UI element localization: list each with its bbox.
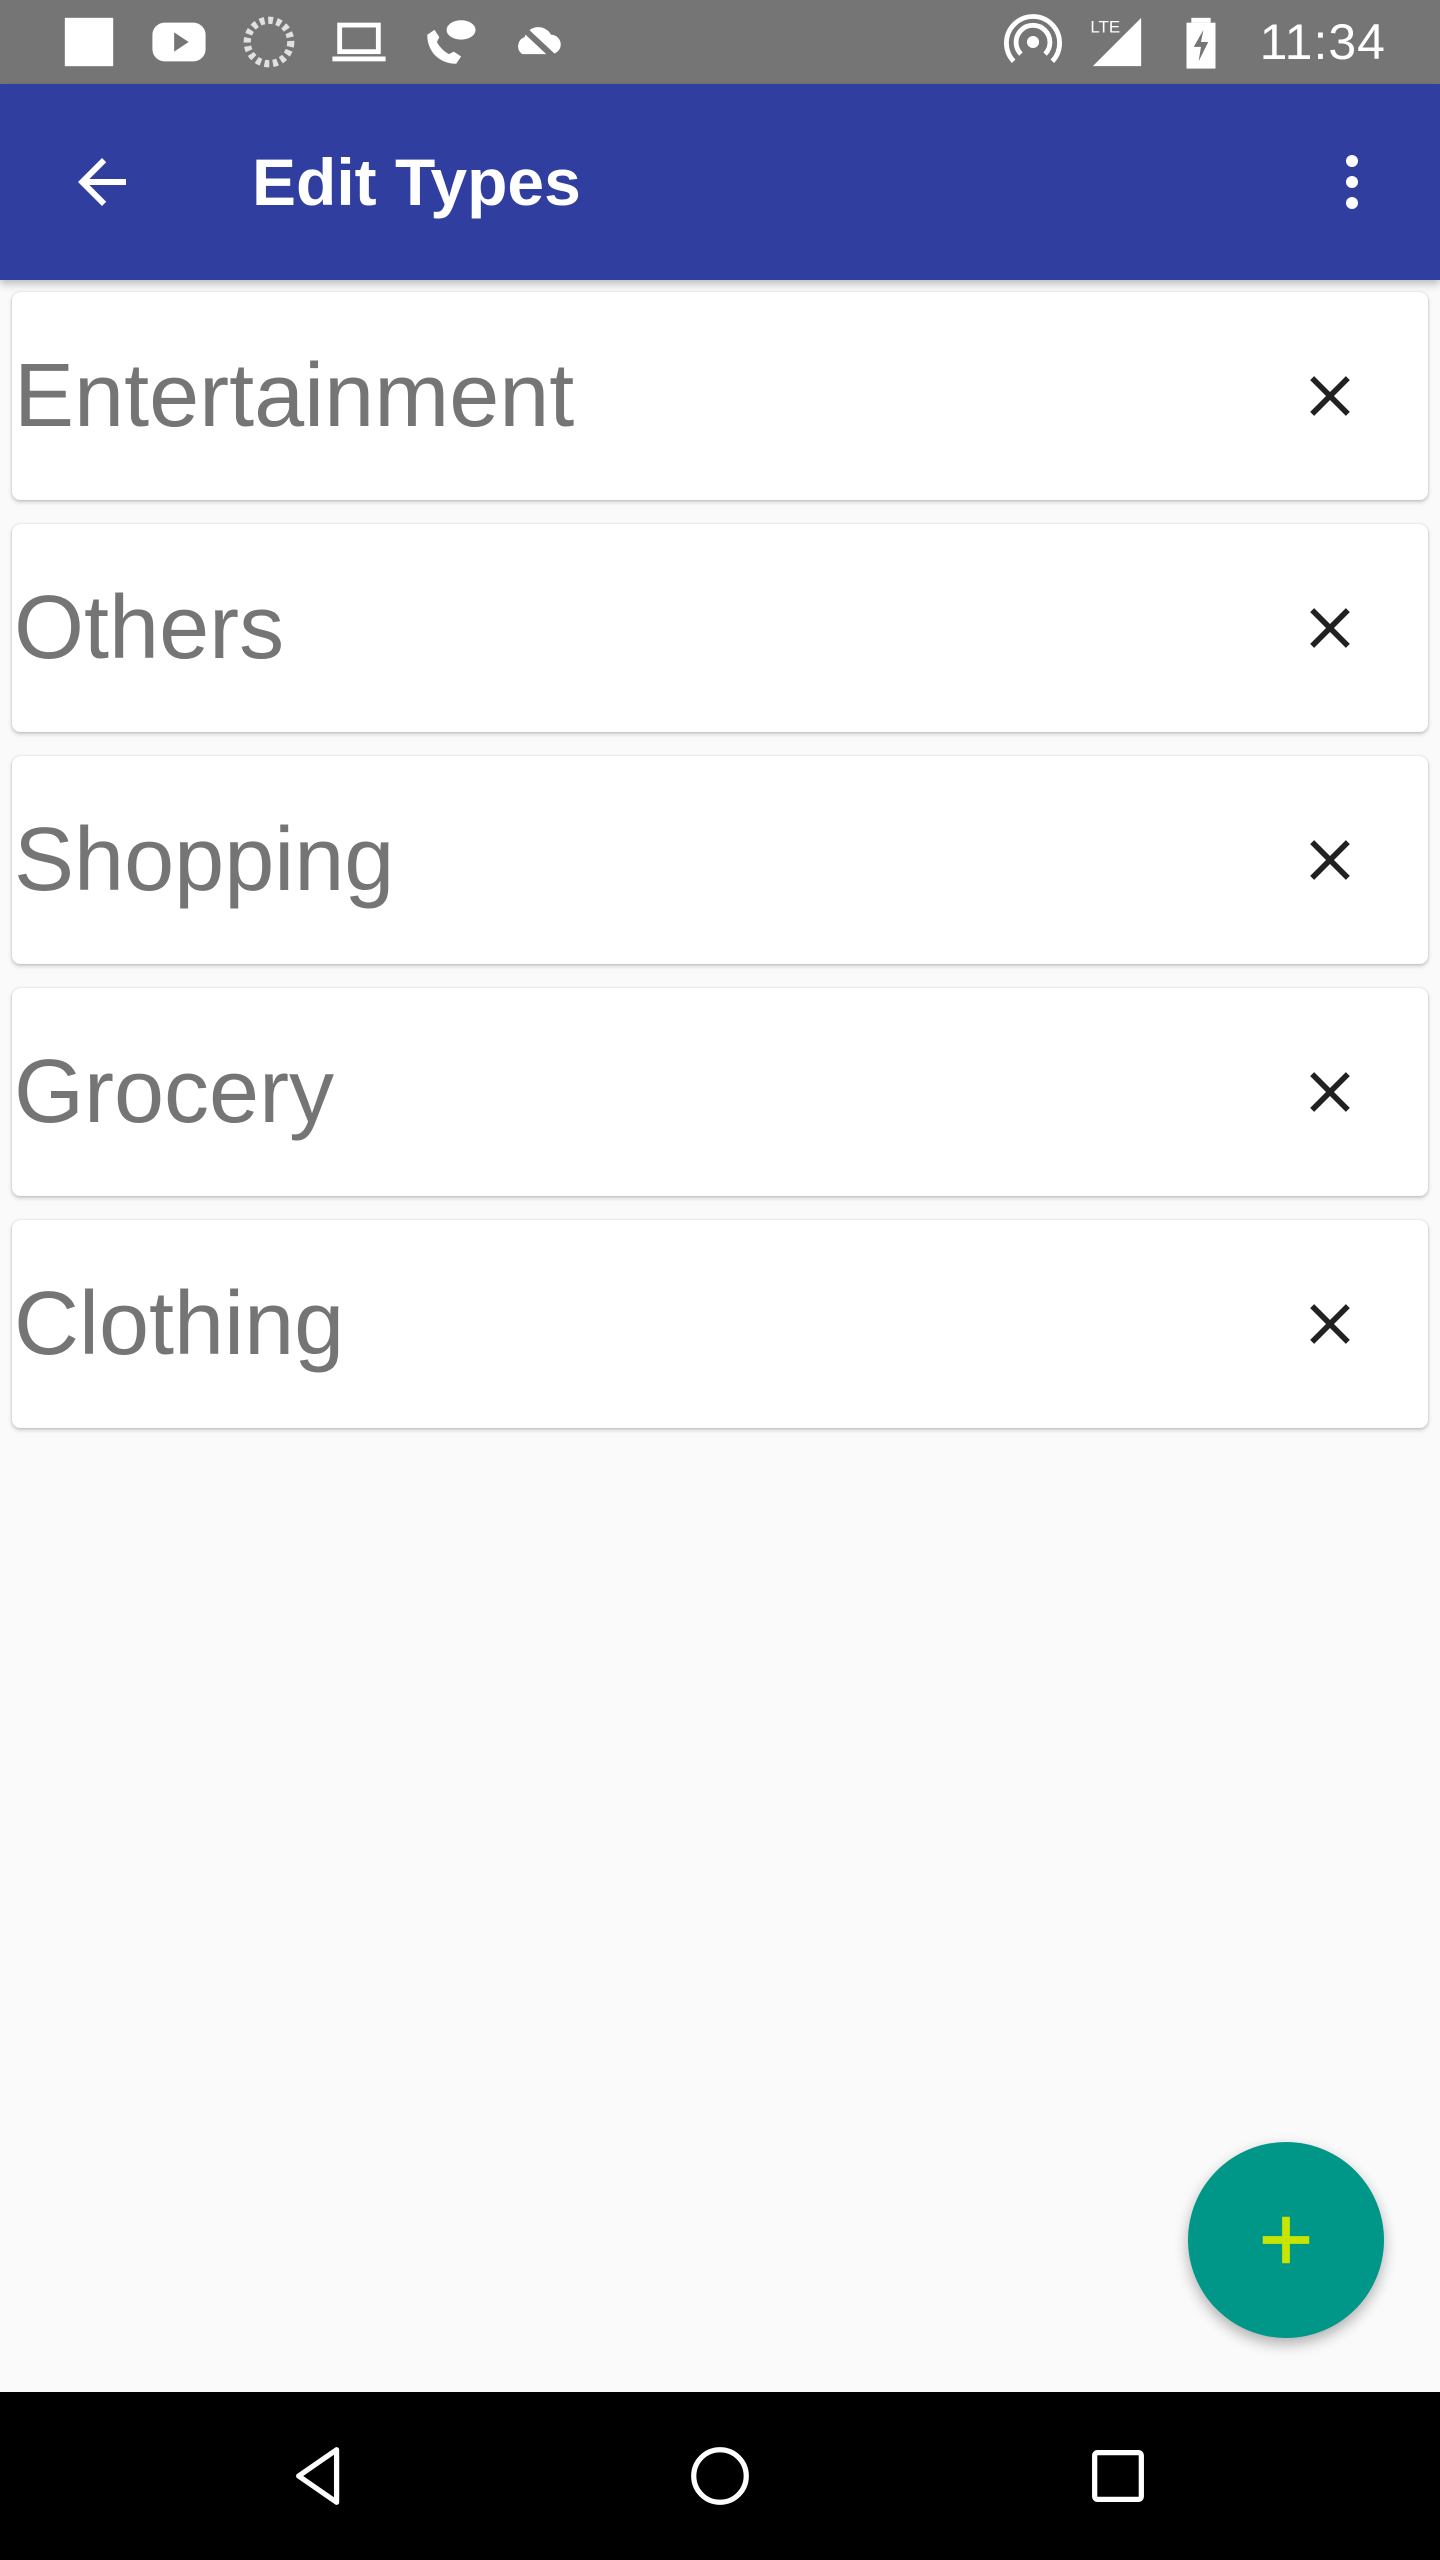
close-icon [1310,1072,1350,1112]
add-type-fab[interactable] [1188,2142,1384,2338]
sync-icon [238,11,300,73]
page-title: Edit Types [252,145,581,219]
delete-type-button[interactable] [1280,346,1380,446]
lte-signal-icon: LTE [1086,11,1148,73]
battery-charging-icon [1170,11,1232,73]
status-bar-right: LTE 11:34 [1002,0,1386,84]
app-bar: Edit Types [0,84,1440,280]
type-label: Shopping [14,810,395,910]
close-icon [1310,840,1350,880]
type-card[interactable]: Clothing [12,1220,1428,1428]
types-list: Entertainment Others Shopping Grocery Cl… [12,292,1428,1452]
type-card[interactable]: Entertainment [12,292,1428,500]
type-label: Grocery [14,1042,335,1142]
youtube-icon [148,11,210,73]
type-card[interactable]: Grocery [12,988,1428,1196]
nav-home-button[interactable] [670,2426,770,2526]
delete-type-button[interactable] [1280,1042,1380,1142]
back-button[interactable] [54,134,150,230]
arrow-back-icon [78,158,126,206]
laptop-icon [328,11,390,73]
type-label: Clothing [14,1274,345,1374]
notification-square-icon [58,11,120,73]
recents-square-icon [1092,2450,1144,2502]
delete-type-button[interactable] [1280,578,1380,678]
type-label: Others [14,578,285,678]
status-bar: LTE 11:34 [0,0,1440,84]
close-icon [1310,1304,1350,1344]
type-card[interactable]: Others [12,524,1428,732]
type-label: Entertainment [14,346,575,446]
overflow-menu-button[interactable] [1304,134,1400,230]
nav-recents-button[interactable] [1068,2426,1168,2526]
status-time: 11:34 [1259,14,1386,70]
cloud-off-icon [508,11,570,73]
hotspot-icon [1002,11,1064,73]
delete-type-button[interactable] [1280,810,1380,910]
system-nav-bar [0,2392,1440,2560]
nav-back-button[interactable] [272,2426,372,2526]
plus-icon [1262,2216,1310,2264]
status-bar-left [58,0,570,84]
home-circle-icon [691,2447,749,2505]
type-card[interactable]: Shopping [12,756,1428,964]
close-icon [1310,608,1350,648]
back-triangle-icon [296,2447,340,2505]
missed-call-icon [418,11,480,73]
network-label: LTE [1090,17,1120,36]
more-vert-icon [1346,155,1358,209]
delete-type-button[interactable] [1280,1274,1380,1374]
close-icon [1310,376,1350,416]
